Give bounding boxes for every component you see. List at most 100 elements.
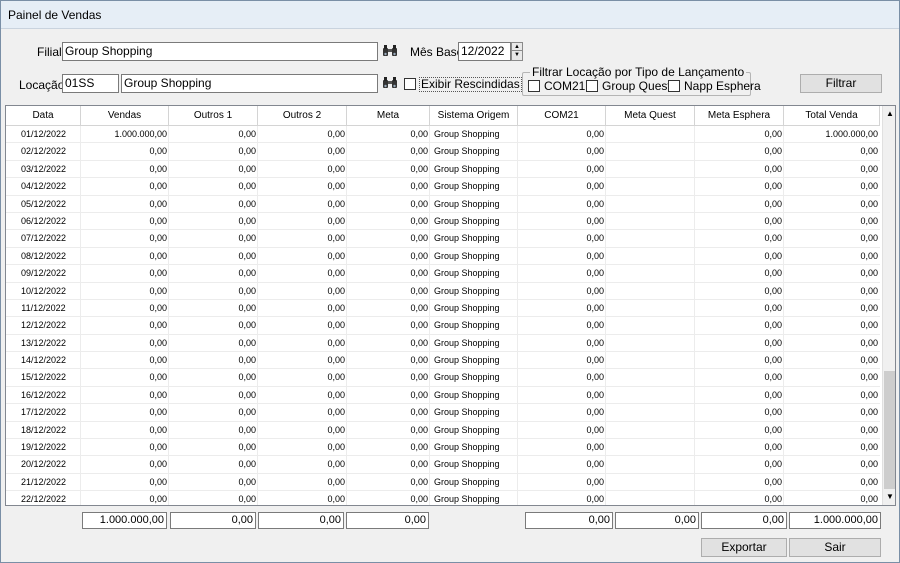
col-sistema-origem-cell: Group Shopping (434, 198, 500, 209)
col-sistema-origem-header[interactable]: Sistema Origem (430, 106, 518, 125)
col-sistema-origem-cell: Group Shopping (434, 268, 500, 279)
col-data-cell: 22/12/2022 (20, 494, 67, 505)
table-row[interactable]: 17/12/2022 0,00 0,00 0,00 0,00 Group Shopping… (6, 404, 880, 422)
col-vendas-cell: 0,00 (149, 268, 167, 279)
scroll-down-icon[interactable]: ▼ (883, 489, 895, 505)
col-meta-header[interactable]: Meta (347, 106, 430, 125)
table-row[interactable]: 15/12/2022 0,00 0,00 0,00 0,00 Group Shopping… (6, 369, 880, 387)
col-meta-cell: 0,00 (410, 268, 428, 279)
col-vendas-header[interactable]: Vendas (81, 106, 169, 125)
col-total-venda-header[interactable]: Total Venda (784, 106, 880, 125)
col-com21-cell: 0,00 (586, 302, 604, 313)
col-outros2-cell: 0,00 (327, 233, 345, 244)
col-outros1-cell: 0,00 (238, 494, 256, 505)
grid-body: 01/12/2022 1.000.000,00 0,00 0,00 0,00 Group … (6, 126, 880, 505)
table-row[interactable]: 06/12/2022 0,00 0,00 0,00 0,00 Group Shopping… (6, 213, 880, 231)
table-row[interactable]: 16/12/2022 0,00 0,00 0,00 0,00 Group Shopping… (6, 387, 880, 405)
table-row[interactable]: 10/12/2022 0,00 0,00 0,00 0,00 Group Shopping… (6, 283, 880, 300)
col-data-cell: 17/12/2022 (20, 407, 67, 418)
table-row[interactable]: 02/12/2022 0,00 0,00 0,00 0,00 Group Shopping… (6, 143, 880, 161)
col-com21-cell: 0,00 (586, 372, 604, 383)
scroll-up-icon[interactable]: ▲ (883, 106, 895, 122)
col-meta-esphera-cell: 0,00 (764, 146, 782, 157)
locacao-search-button[interactable] (381, 74, 399, 92)
table-row[interactable]: 21/12/2022 0,00 0,00 0,00 0,00 Group Shopping… (6, 474, 880, 492)
table-row[interactable]: 04/12/2022 0,00 0,00 0,00 0,00 Group Shopping… (6, 178, 880, 196)
col-meta-quest-cell (606, 387, 695, 404)
col-data-cell: 01/12/2022 (20, 129, 67, 139)
col-total-venda-cell: 0,00 (860, 146, 878, 157)
painel-vendas-window: Painel de Vendas Filial Group Shopping M… (0, 0, 900, 563)
total-meta-esphera: 0,00 (701, 512, 787, 529)
table-row[interactable]: 08/12/2022 0,00 0,00 0,00 0,00 Group Shopping… (6, 248, 880, 266)
grid-scrollbar[interactable]: ▲ ▼ (882, 106, 895, 505)
locacao-code-field[interactable]: 01SS (62, 74, 119, 93)
col-outros2-header[interactable]: Outros 2 (258, 106, 347, 125)
col-data-cell: 12/12/2022 (20, 320, 67, 331)
com21-label: COM21 (544, 79, 586, 93)
table-row[interactable]: 12/12/2022 0,00 0,00 0,00 0,00 Group Shopping… (6, 317, 880, 335)
filial-field[interactable]: Group Shopping (62, 42, 378, 61)
table-row[interactable]: 01/12/2022 1.000.000,00 0,00 0,00 0,00 Group … (6, 126, 880, 144)
vendas-grid[interactable]: Data Vendas Outros 1 Outros 2 Meta Sistema Or… (5, 105, 896, 506)
col-sistema-origem-cell: Group Shopping (434, 302, 500, 313)
scrollbar-thumb[interactable] (884, 371, 895, 489)
col-data-cell: 06/12/2022 (20, 215, 67, 226)
locacao-label: Locação (19, 78, 65, 92)
table-row[interactable]: 20/12/2022 0,00 0,00 0,00 0,00 Group Shopping… (6, 456, 880, 474)
col-meta-quest-cell (606, 456, 695, 473)
col-data-header[interactable]: Data (6, 106, 81, 125)
table-row[interactable]: 13/12/2022 0,00 0,00 0,00 0,00 Group Shopping… (6, 335, 880, 353)
filtrar-button[interactable]: Filtrar (800, 74, 882, 93)
col-data-cell: 09/12/2022 (20, 268, 67, 279)
col-vendas-cell: 0,00 (149, 198, 167, 209)
group-quest-checkbox[interactable] (586, 80, 598, 92)
col-outros2-cell: 0,00 (327, 337, 345, 348)
exportar-button[interactable]: Exportar (701, 538, 787, 557)
col-vendas-cell: 0,00 (149, 250, 167, 261)
table-row[interactable]: 22/12/2022 0,00 0,00 0,00 0,00 Group Shopping… (6, 491, 880, 505)
table-row[interactable]: 05/12/2022 0,00 0,00 0,00 0,00 Group Shopping… (6, 196, 880, 213)
filial-search-button[interactable] (381, 42, 399, 60)
table-row[interactable]: 14/12/2022 0,00 0,00 0,00 0,00 Group Shopping… (6, 352, 880, 370)
col-com21-header[interactable]: COM21 (518, 106, 606, 125)
col-meta-esphera-header[interactable]: Meta Esphera (695, 106, 784, 125)
sair-button[interactable]: Sair (789, 538, 881, 557)
table-row[interactable]: 11/12/2022 0,00 0,00 0,00 0,00 Group Shopping… (6, 300, 880, 318)
col-meta-quest-header[interactable]: Meta Quest (606, 106, 695, 125)
col-outros2-cell: 0,00 (327, 268, 345, 279)
col-meta-quest-cell (606, 439, 695, 456)
napp-esphera-checkbox[interactable] (668, 80, 680, 92)
table-row[interactable]: 19/12/2022 0,00 0,00 0,00 0,00 Group Shopping… (6, 439, 880, 457)
col-data-cell: 15/12/2022 (20, 372, 67, 383)
col-outros1-cell: 0,00 (238, 146, 256, 157)
col-data-cell: 13/12/2022 (20, 337, 67, 348)
com21-checkbox[interactable] (528, 80, 540, 92)
table-row[interactable]: 09/12/2022 0,00 0,00 0,00 0,00 Group Shopping… (6, 265, 880, 283)
col-meta-quest-cell (606, 213, 695, 230)
table-row[interactable]: 03/12/2022 0,00 0,00 0,00 0,00 Group Shopping… (6, 161, 880, 179)
col-sistema-origem-cell: Group Shopping (434, 337, 500, 348)
col-vendas-cell: 0,00 (149, 181, 167, 192)
col-sistema-origem-cell: Group Shopping (434, 215, 500, 226)
col-sistema-origem-cell: Group Shopping (434, 476, 500, 487)
col-meta-quest-cell (606, 317, 695, 334)
col-outros1-cell: 0,00 (238, 268, 256, 279)
col-meta-quest-cell (606, 248, 695, 265)
col-outros1-header[interactable]: Outros 1 (169, 106, 258, 125)
arrow-up-icon[interactable]: ▲ (512, 43, 522, 51)
column-divider (605, 126, 606, 505)
table-row[interactable]: 07/12/2022 0,00 0,00 0,00 0,00 Group Shopping… (6, 230, 880, 248)
col-data-cell: 19/12/2022 (20, 442, 67, 453)
col-sistema-origem-cell: Group Shopping (434, 494, 500, 505)
mes-base-spinner[interactable]: ▲ ▼ (511, 42, 523, 61)
col-com21-cell: 0,00 (586, 285, 604, 296)
col-meta-cell: 0,00 (410, 476, 428, 487)
mes-base-field[interactable]: 12/2022 (458, 42, 511, 61)
arrow-down-icon[interactable]: ▼ (512, 51, 522, 59)
exibir-rescindidas-checkbox[interactable] (404, 78, 416, 90)
locacao-name-field[interactable]: Group Shopping (121, 74, 378, 93)
col-meta-esphera-cell: 0,00 (764, 372, 782, 383)
table-row[interactable]: 18/12/2022 0,00 0,00 0,00 0,00 Group Shopping… (6, 422, 880, 440)
col-com21-cell: 0,00 (586, 494, 604, 505)
